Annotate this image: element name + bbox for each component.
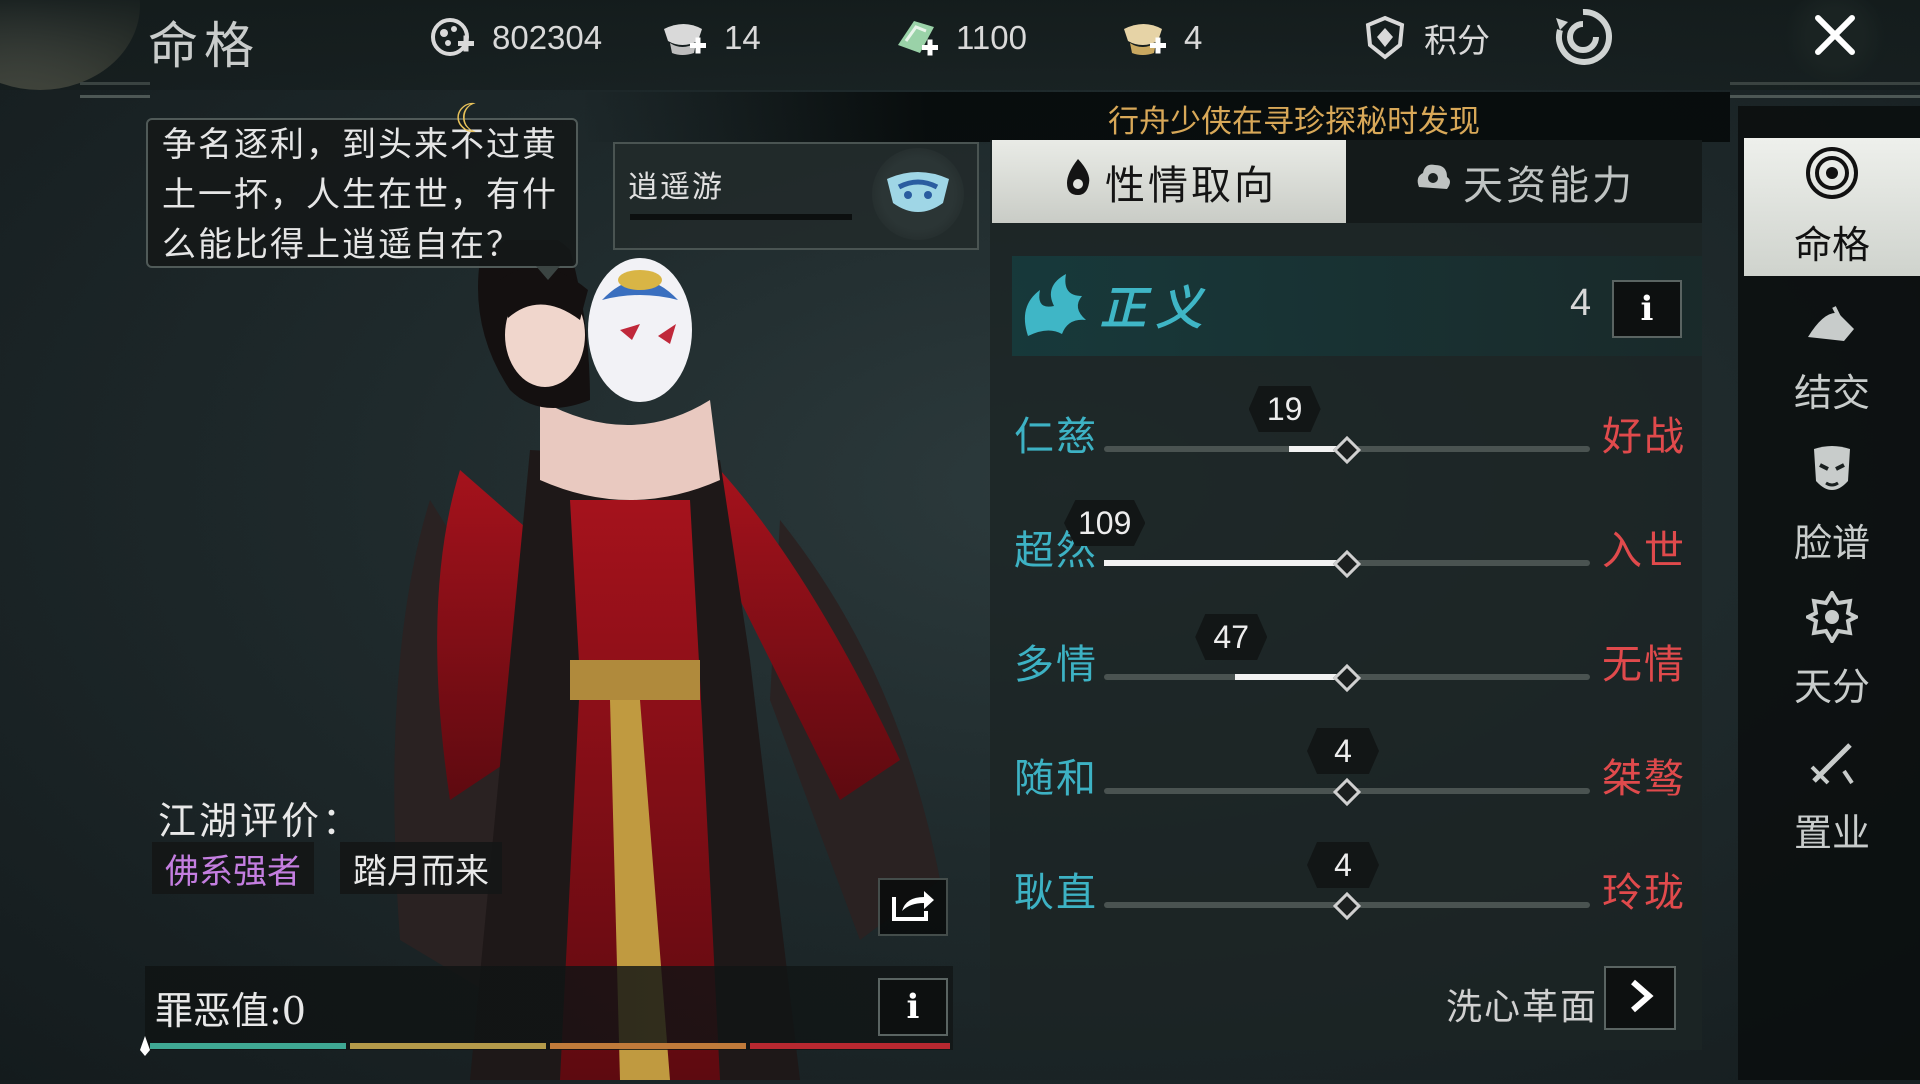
reform-button[interactable] — [1604, 966, 1676, 1030]
nav-item-masks[interactable]: 脸谱 — [1744, 436, 1920, 574]
settings-swirl-icon[interactable] — [1552, 6, 1614, 68]
trait-value: 4 — [1570, 282, 1592, 324]
character-title: 逍遥游 — [628, 170, 724, 205]
slider-left-label: 耿直 — [1014, 870, 1098, 916]
slider-right-label: 桀骜 — [1602, 756, 1686, 802]
spiral-emblem-icon — [1804, 145, 1860, 210]
slider-value-badge: 19 — [1248, 386, 1321, 432]
nav-label: 天分 — [1793, 665, 1870, 709]
sin-bar-segment — [750, 1043, 950, 1049]
info-icon: i — [906, 987, 920, 1027]
reform-label: 洗心革面 — [1446, 987, 1599, 1028]
points-label: 积分 — [1424, 21, 1490, 60]
gold-ingot-value: 4 — [1184, 19, 1203, 56]
ingot-value: 14 — [724, 19, 761, 56]
slider-value-badge: 4 — [1307, 728, 1379, 774]
slider-left-label: 仁慈 — [1014, 414, 1098, 460]
close-icon — [1812, 12, 1858, 62]
tab-temperament-label: 性情取向 — [1105, 162, 1277, 209]
slider-right-label: 玲珑 — [1602, 870, 1686, 916]
trait-name: 正义 — [1100, 281, 1212, 335]
nav-item-fate[interactable]: 命格 — [1744, 138, 1920, 276]
crescent-moon-icon: ☾ — [454, 96, 490, 142]
nav-label: 结交 — [1793, 371, 1870, 415]
chevron-right-icon — [1625, 978, 1655, 1018]
slider-value-badge: 47 — [1195, 614, 1268, 660]
speech-line-3: 么能比得上逍遥自在？ — [162, 225, 522, 265]
title-progress-bar — [630, 214, 852, 220]
jade-value: 1100 — [956, 19, 1027, 56]
jade-plus-icon — [892, 15, 942, 61]
ingot-plus-icon — [660, 15, 710, 61]
share-button[interactable] — [878, 878, 948, 936]
coin-plus-icon — [428, 15, 478, 61]
nav-label: 置业 — [1793, 811, 1870, 855]
nav-item-property[interactable]: 置业 — [1744, 728, 1920, 866]
evaluation-tag: 佛系强者 — [152, 842, 314, 894]
slider-right-label: 入世 — [1602, 528, 1686, 574]
resource-gold-ingot[interactable]: 4 — [1120, 8, 1202, 68]
resource-jade[interactable]: 1100 — [892, 8, 1027, 68]
nav-label: 脸谱 — [1793, 521, 1870, 565]
tab-temperament[interactable]: 性情取向 — [992, 140, 1346, 223]
sin-value-label: 罪恶值:0 — [155, 989, 306, 1033]
nav-label: 命格 — [1793, 223, 1870, 267]
speech-bubble-tail — [536, 266, 560, 280]
flame-icon — [1061, 157, 1095, 207]
slider-left-label: 随和 — [1014, 756, 1098, 802]
slider-fill — [1235, 674, 1347, 680]
page-title: 命格 — [148, 17, 260, 75]
coin-value: 802304 — [492, 19, 603, 56]
tab-aptitude[interactable]: 天资能力 — [1346, 140, 1702, 223]
shield-badge-icon — [1360, 15, 1410, 61]
sin-bar-segment — [150, 1043, 346, 1049]
points-button[interactable]: 积分 — [1360, 8, 1490, 68]
slider-value-badge: 109 — [1064, 500, 1146, 546]
speech-bubble: 争名逐利，到头来不过黄 土一抔，人生在世，有什 么能比得上逍遥自在？ — [146, 118, 578, 268]
character-model[interactable] — [340, 232, 960, 1080]
evaluation-tag: 踏月而来 — [340, 842, 502, 894]
sin-info-button[interactable]: i — [878, 978, 948, 1036]
speech-line-2: 土一抔，人生在世，有什 — [162, 175, 558, 215]
slider-fill — [1104, 560, 1347, 566]
sin-marker-icon — [140, 1036, 150, 1056]
slider-right-label: 无情 — [1602, 642, 1686, 688]
corner-ornament — [1730, 82, 1920, 98]
sin-bar-segment — [550, 1043, 746, 1049]
gold-ingot-plus-icon — [1120, 15, 1170, 61]
wave-crest-icon — [1018, 266, 1092, 346]
gear-star-icon — [1803, 589, 1861, 652]
resource-ingot[interactable]: 14 — [660, 8, 761, 68]
sin-bar-segment — [350, 1043, 546, 1049]
speech-line-1: 争名逐利，到头来不过黄 — [162, 125, 558, 165]
trait-info-button[interactable]: i — [1612, 280, 1682, 338]
slider-left-label: 多情 — [1014, 642, 1098, 688]
tab-aptitude-label: 天资能力 — [1463, 162, 1635, 209]
nav-item-friends[interactable]: 结交 — [1744, 290, 1920, 428]
cloud-swirl-icon — [1413, 159, 1453, 205]
opera-mask-emblem-icon — [872, 148, 964, 240]
share-icon — [890, 887, 936, 927]
slider-value-badge: 4 — [1307, 842, 1379, 888]
notice-text: 行舟少侠在寻珍探秘时发现 — [1108, 104, 1480, 140]
sword-house-icon — [1806, 737, 1858, 798]
resource-coin[interactable]: 802304 — [428, 8, 602, 68]
evaluation-label: 江湖评价： — [158, 799, 364, 843]
info-icon: i — [1640, 289, 1654, 329]
opera-mask-icon — [1808, 443, 1856, 508]
slider-right-label: 好战 — [1602, 414, 1686, 460]
nav-item-talent[interactable]: 天分 — [1744, 582, 1920, 720]
handshake-icon — [1804, 301, 1860, 358]
title-ornament — [80, 82, 150, 98]
